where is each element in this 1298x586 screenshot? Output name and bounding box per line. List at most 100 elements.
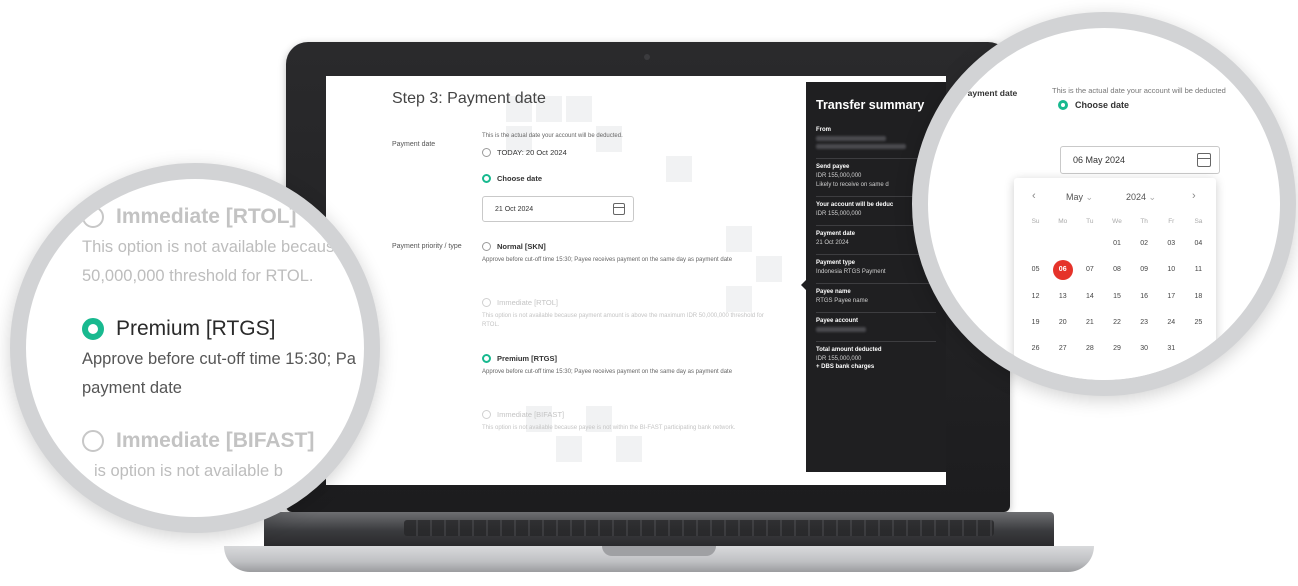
calendar-empty	[1049, 235, 1076, 253]
rtol-note: This option is not available because pay…	[482, 313, 764, 328]
payment-date-label: Payment date	[392, 141, 436, 148]
calendar-day[interactable]: 04	[1185, 235, 1212, 253]
camera-icon	[644, 54, 650, 60]
summary-payee-name: Payee name RTGS Payee name	[816, 284, 936, 313]
weekday-label: Sa	[1194, 218, 1203, 225]
laptop-base	[224, 512, 1094, 574]
panel-pointer	[801, 280, 806, 290]
rtgs-note: Approve before cut-off time 15:30; Payee…	[482, 369, 733, 375]
normal-note: Approve before cut-off time 15:30; Payee…	[482, 257, 733, 263]
calendar-day[interactable]: 17	[1158, 288, 1185, 306]
radio-immediate-rtol: Immediate [RTOL]	[482, 298, 558, 307]
calendar-day[interactable]: 09	[1131, 261, 1158, 279]
calendar-empty	[1076, 235, 1103, 253]
calendar-day[interactable]: 08	[1103, 261, 1130, 279]
prev-month-icon[interactable]: ‹	[1032, 190, 1036, 202]
radio-disabled-icon	[82, 206, 104, 228]
radio-disabled-icon	[482, 298, 491, 307]
radio-today[interactable]: TODAY: 20 Oct 2024	[482, 148, 567, 157]
zoom-rtol-note-2: 50,000,000 threshold for RTOL.	[82, 266, 314, 285]
zoom-radio-rtgs[interactable]: Premium [RTGS]	[82, 317, 364, 341]
date-field[interactable]: 21 Oct 2024	[482, 196, 634, 222]
radio-bifast-label: Immediate [BIFAST]	[497, 410, 565, 419]
calendar-day[interactable]: 12	[1022, 288, 1049, 306]
laptop-screen: Step 3: Payment date Payment date This i…	[326, 76, 946, 485]
radio-premium-rtgs[interactable]: Premium [RTGS]	[482, 354, 557, 363]
calendar-day[interactable]: 23	[1131, 314, 1158, 332]
radio-on-icon	[482, 174, 491, 183]
calendar-day[interactable]: 18	[1185, 288, 1212, 306]
calendar-day[interactable]: 22	[1103, 314, 1130, 332]
calendar-day[interactable]: 16	[1131, 288, 1158, 306]
zoom-payment-date-note: This is the actual date your account wil…	[1052, 86, 1226, 95]
chevron-down-icon: ⌄	[1148, 192, 1157, 202]
radio-normal-skn[interactable]: Normal [SKN]	[482, 242, 546, 251]
summary-total: Total amount deducted IDR 155,000,000 + …	[816, 347, 882, 370]
weekday-label: Fr	[1168, 218, 1175, 225]
calendar-day[interactable]: 11	[1185, 261, 1212, 279]
calendar-day[interactable]: 01	[1103, 235, 1130, 253]
calendar-day[interactable]: 10	[1158, 261, 1185, 279]
bifast-note: This option is not available because pay…	[482, 425, 736, 431]
radio-disabled-icon	[82, 429, 104, 452]
zoom-radio-choose-date[interactable]: Choose date	[1058, 100, 1129, 110]
calendar-icon[interactable]	[1197, 153, 1211, 167]
calendar-day[interactable]: 07	[1076, 261, 1103, 279]
calendar-day[interactable]: 29	[1103, 340, 1130, 358]
summary-payee-account: Payee account	[816, 313, 936, 342]
calendar-day[interactable]: 26	[1022, 340, 1049, 358]
calendar-day[interactable]: 19	[1022, 314, 1049, 332]
calendar-day[interactable]: 31	[1158, 340, 1185, 358]
magnifier-datepicker: Payment date This is the actual date you…	[912, 12, 1296, 396]
calendar-day[interactable]: 30	[1131, 340, 1158, 358]
calendar-day[interactable]: 02	[1131, 235, 1158, 253]
zoom-radio-bifast: Immediate [BIFAST]	[82, 429, 364, 453]
calendar-day[interactable]: 03	[1158, 235, 1185, 253]
calendar-day[interactable]: 13	[1049, 288, 1076, 306]
summary-payment-type: Payment type Indonesia RTGS Payment	[816, 255, 936, 284]
calendar-empty	[1022, 235, 1049, 253]
calendar-day[interactable]: 28	[1076, 340, 1103, 358]
zoom-date-field[interactable]: 06 May 2024	[1060, 146, 1220, 174]
priority-label: Payment priority / type	[392, 243, 462, 250]
calendar-day[interactable]: 27	[1049, 340, 1076, 358]
next-month-icon[interactable]: ›	[1192, 190, 1196, 202]
year-select[interactable]: 2024 ⌄	[1126, 192, 1156, 203]
calendar-day[interactable]: 20	[1049, 314, 1076, 332]
payment-date-note: This is the actual date your account wil…	[482, 133, 623, 139]
zoom-bifast-note: is option is not available b	[94, 461, 283, 480]
calendar-icon[interactable]	[613, 203, 625, 215]
radio-rtol-label: Immediate [RTOL]	[497, 298, 558, 307]
calendar-day[interactable]: 05	[1022, 261, 1049, 279]
radio-off-icon	[482, 242, 491, 251]
radio-immediate-bifast: Immediate [BIFAST]	[482, 410, 564, 419]
radio-disabled-icon	[482, 410, 491, 419]
magnifier-payment-type: Immediate [RTOL] This option is not avai…	[10, 163, 380, 533]
zoom-radio-rtol: Immediate [RTOL]	[82, 205, 364, 229]
radio-choose-date[interactable]: Choose date	[482, 174, 542, 183]
radio-normal-label: Normal [SKN]	[497, 242, 546, 251]
radio-on-icon	[82, 317, 104, 340]
radio-off-icon	[482, 148, 491, 157]
calendar-day[interactable]: 25	[1185, 314, 1212, 332]
radio-on-icon	[1058, 100, 1068, 110]
radio-on-icon	[482, 354, 491, 363]
month-select[interactable]: May ⌄	[1066, 192, 1093, 203]
redacted-value	[816, 144, 906, 149]
chevron-down-icon: ⌄	[1085, 192, 1094, 202]
calendar-day[interactable]: 06	[1052, 260, 1073, 280]
calendar-day[interactable]: 15	[1103, 288, 1130, 306]
zoom-rtgs-note-2: payment date	[82, 378, 182, 397]
calendar-day[interactable]: 21	[1076, 314, 1103, 332]
calendar-day[interactable]: 14	[1076, 288, 1103, 306]
zoom-payment-date-label: Payment date	[962, 88, 1018, 98]
datepicker: ‹ May ⌄ 2024 ⌄ › Su Mo Tu We Th Fr Sa 01 02 03 04…	[1014, 178, 1216, 380]
day-grid: 01 02 03 04 05 06 07 08 09 10 11 12 13 14 15 16 17 18 19 20…	[1022, 235, 1212, 358]
zoom-rtol-note-1: This option is not available becaus	[82, 238, 335, 256]
redacted-value	[816, 327, 866, 332]
weekday-label: Tu	[1086, 218, 1094, 225]
calendar-empty	[1185, 340, 1212, 358]
calendar-day[interactable]: 24	[1158, 314, 1185, 332]
redacted-value	[816, 136, 886, 141]
zoom-rtgs-note-1: Approve before cut-off time 15:30; Pa	[82, 349, 356, 368]
